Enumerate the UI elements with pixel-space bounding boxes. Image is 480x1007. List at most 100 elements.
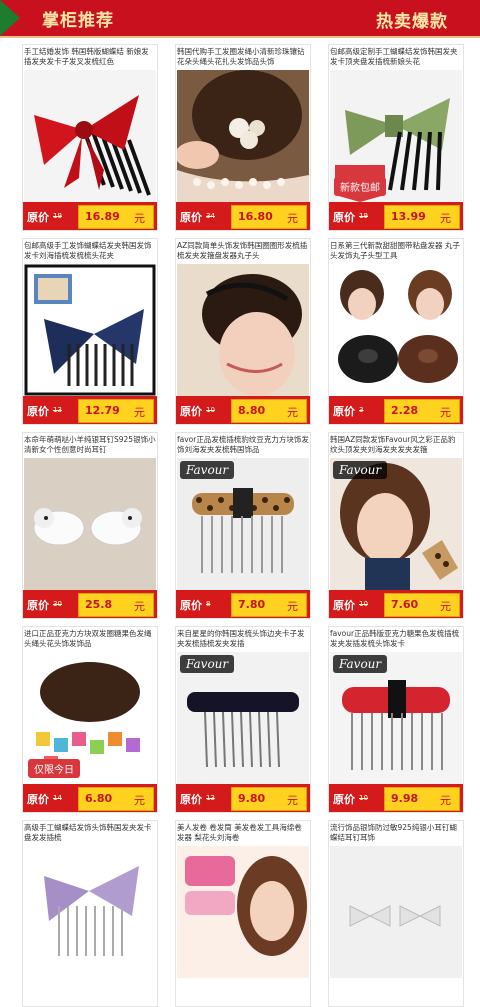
original-price-label: 原价 [180, 211, 202, 224]
product-card[interactable]: 来自星星的你韩国发梳头饰边夹卡子发夹发梳插梳发夹发插 Favour 原价 13 … [175, 626, 311, 813]
product-image[interactable] [24, 264, 156, 396]
product-image[interactable] [330, 846, 462, 978]
buy-price-box[interactable]: 12.79 元 [78, 399, 154, 423]
product-card[interactable]: 本命年萌萌哒小羊纯银耳钉S925银饰小清新女个性创意时尚耳钉 原价 30 25.… [22, 432, 158, 619]
buy-price-box[interactable]: 7.60 元 [384, 593, 460, 617]
current-price: 16.89 [85, 210, 120, 223]
product-description[interactable]: 进口正品亚克力方块双发圈糖果色发绳头绳头花头饰发饰品 [24, 629, 156, 651]
original-price-label: 原价 [333, 793, 355, 806]
buy-price-box[interactable]: 16.89 元 [78, 205, 154, 229]
product-description[interactable]: 来自星星的你韩国发梳头饰边夹卡子发夹发梳插梳发夹发插 [177, 629, 309, 651]
current-price: 9.98 [391, 792, 419, 805]
buy-price-box[interactable]: 2.28 元 [384, 399, 460, 423]
promo-tag: 仅限今日 [28, 759, 80, 778]
original-price-label: 原价 [27, 793, 49, 806]
price-bar: 原价 30 25.8 元 [23, 590, 157, 618]
product-description[interactable]: favour正品韩版亚克力糖果色发梳插梳发夹发插发梳头饰发卡 [330, 629, 462, 651]
brand-badge: Favour [180, 655, 235, 673]
product-card[interactable]: 韩国AZ同款发饰Favour风之彩正品豹纹头顶发夹刘海发夹发夹发箍 Favour… [328, 432, 464, 619]
buy-price-box[interactable]: 7.80 元 [231, 593, 307, 617]
product-image[interactable]: Favour [330, 458, 462, 590]
product-card[interactable]: 高级手工蝴蝶结发饰头饰韩国发夹发卡盘发发插梳 [22, 820, 158, 1007]
product-description[interactable]: 包邮高级定制手工蝴蝶结发饰韩国发夹发卡顶夹盘发插梳新娘头花 [330, 47, 462, 69]
price-bar: 原价 10 7.60 元 [329, 590, 463, 618]
original-price: 3 [359, 406, 364, 414]
product-image[interactable] [177, 70, 309, 202]
page-header: 掌柜推荐 热卖爆款 [0, 0, 480, 38]
price-bar: 原价 34 16.80 元 [176, 202, 310, 230]
currency-unit: 元 [287, 406, 298, 419]
product-description[interactable]: 韩国代购手工发圈发绳小清新珍珠镶钻花朵头绳头花扎头发饰品头饰 [177, 47, 309, 69]
header-green-arrow [0, 0, 20, 36]
original-price: 10 [359, 600, 368, 608]
product-image[interactable] [177, 846, 309, 978]
buy-price-box[interactable]: 25.8 元 [78, 593, 154, 617]
product-card[interactable]: 流行饰品银饰防过敏925纯银小耳钉蝴蝶结耳钉耳饰 [328, 820, 464, 1007]
product-image[interactable] [177, 264, 309, 396]
original-price: 19 [53, 212, 62, 220]
product-card[interactable]: 美人发卷 卷发筒 美发卷发工具海绵卷发器 梨花头刘海卷 [175, 820, 311, 1007]
product-card[interactable]: favor正品发梳插梳豹纹豆克力方块饰发饰刘海发夹发梳韩国饰品 Favour 原… [175, 432, 311, 619]
currency-unit: 元 [440, 406, 451, 419]
product-description[interactable]: 手工结婚发饰 韩国韩版蝴蝶结 新娘发插发夹发卡子发叉发梳红色 [24, 47, 156, 69]
current-price: 25.8 [85, 598, 113, 611]
original-price: 13 [53, 406, 62, 414]
product-image[interactable]: Favour [330, 652, 462, 784]
current-price: 7.60 [391, 598, 419, 611]
bestseller-title[interactable]: 热卖爆款 [376, 7, 448, 32]
original-price-label: 原价 [333, 405, 355, 418]
buy-price-box[interactable]: 16.80 元 [231, 205, 307, 229]
product-description[interactable]: 韩国AZ同款发饰Favour风之彩正品豹纹头顶发夹刘海发夹发夹发箍 [330, 435, 462, 457]
buy-price-box[interactable]: 9.80 元 [231, 787, 307, 811]
buy-price-box[interactable]: 13.99 元 [384, 205, 460, 229]
original-price: 13 [206, 794, 215, 802]
buy-price-box[interactable]: 9.98 元 [384, 787, 460, 811]
current-price: 16.80 [238, 210, 273, 223]
original-price-label: 原价 [180, 793, 202, 806]
price-bar: 原价 13 9.80 元 [176, 784, 310, 812]
buy-price-box[interactable]: 6.80 元 [78, 787, 154, 811]
currency-unit: 元 [440, 600, 451, 613]
product-card[interactable]: 日系第三代新款甜甜圈带粘盘发器 丸子头发饰丸子头型工具 原价 3 2.28 元 [328, 238, 464, 425]
original-price-label: 原价 [27, 599, 49, 612]
product-image[interactable] [24, 458, 156, 590]
brand-badge: Favour [333, 655, 388, 673]
price-bar: 原价 19 13.99 元 [329, 202, 463, 230]
product-description[interactable]: 本命年萌萌哒小羊纯银耳钉S925银饰小清新女个性创意时尚耳钉 [24, 435, 156, 457]
product-card[interactable]: 包邮高级手工发饰蝴蝶结发夹韩国发饰发卡刘海插梳发梳梳头花夹 原价 13 12.7… [22, 238, 158, 425]
currency-unit: 元 [287, 600, 298, 613]
product-image[interactable]: Favour [177, 458, 309, 590]
product-card[interactable]: 手工结婚发饰 韩国韩版蝴蝶结 新娘发插发夹发卡子发叉发梳红色 原价 19 16.… [22, 44, 158, 231]
current-price: 9.80 [238, 792, 266, 805]
product-description[interactable]: 流行饰品银饰防过敏925纯银小耳钉蝴蝶结耳钉耳饰 [330, 823, 462, 845]
price-bar: 原价 14 6.80 元 [23, 784, 157, 812]
product-image[interactable]: 仅限今日 [24, 652, 156, 784]
product-description[interactable]: favor正品发梳插梳豹纹豆克力方块饰发饰刘海发夹发梳韩国饰品 [177, 435, 309, 457]
product-card[interactable]: 包邮高级定制手工蝴蝶结发饰韩国发夹发卡顶夹盘发插梳新娘头花 新款包邮 原价 19… [328, 44, 464, 231]
product-description[interactable]: 高级手工蝴蝶结发饰头饰韩国发夹发卡盘发发插梳 [24, 823, 156, 845]
product-description[interactable]: AZ同款简单头饰发饰韩国圈圈形发梳插梳发夹发箍盘发器丸子头 [177, 241, 309, 263]
promo-tag: 新款包邮 [334, 177, 386, 196]
original-price-label: 原价 [180, 599, 202, 612]
product-description[interactable]: 包邮高级手工发饰蝴蝶结发夹韩国发饰发卡刘海插梳发梳梳头花夹 [24, 241, 156, 263]
currency-unit: 元 [287, 794, 298, 807]
product-card[interactable]: favour正品韩版亚克力糖果色发梳插梳发夹发插发梳头饰发卡 Favour 原价… [328, 626, 464, 813]
original-price: 34 [206, 212, 215, 220]
product-image[interactable]: Favour [177, 652, 309, 784]
recommend-title[interactable]: 掌柜推荐 [42, 6, 114, 31]
currency-unit: 元 [440, 794, 451, 807]
product-card[interactable]: AZ同款简单头饰发饰韩国圈圈形发梳插梳发夹发箍盘发器丸子头 原价 10 8.80… [175, 238, 311, 425]
product-image[interactable] [24, 70, 156, 202]
original-price: 8 [206, 600, 211, 608]
product-image[interactable] [24, 846, 156, 978]
product-image[interactable] [330, 264, 462, 396]
original-price-label: 原价 [180, 405, 202, 418]
currency-unit: 元 [134, 794, 145, 807]
product-image[interactable]: 新款包邮 [330, 70, 462, 202]
original-price: 19 [359, 212, 368, 220]
product-description[interactable]: 美人发卷 卷发筒 美发卷发工具海绵卷发器 梨花头刘海卷 [177, 823, 309, 845]
product-description[interactable]: 日系第三代新款甜甜圈带粘盘发器 丸子头发饰丸子头型工具 [330, 241, 462, 263]
product-card[interactable]: 韩国代购手工发圈发绳小清新珍珠镶钻花朵头绳头花扎头发饰品头饰 原价 34 16.… [175, 44, 311, 231]
product-card[interactable]: 进口正品亚克力方块双发圈糖果色发绳头绳头花头饰发饰品 仅限今日 原价 14 6.… [22, 626, 158, 813]
buy-price-box[interactable]: 8.80 元 [231, 399, 307, 423]
